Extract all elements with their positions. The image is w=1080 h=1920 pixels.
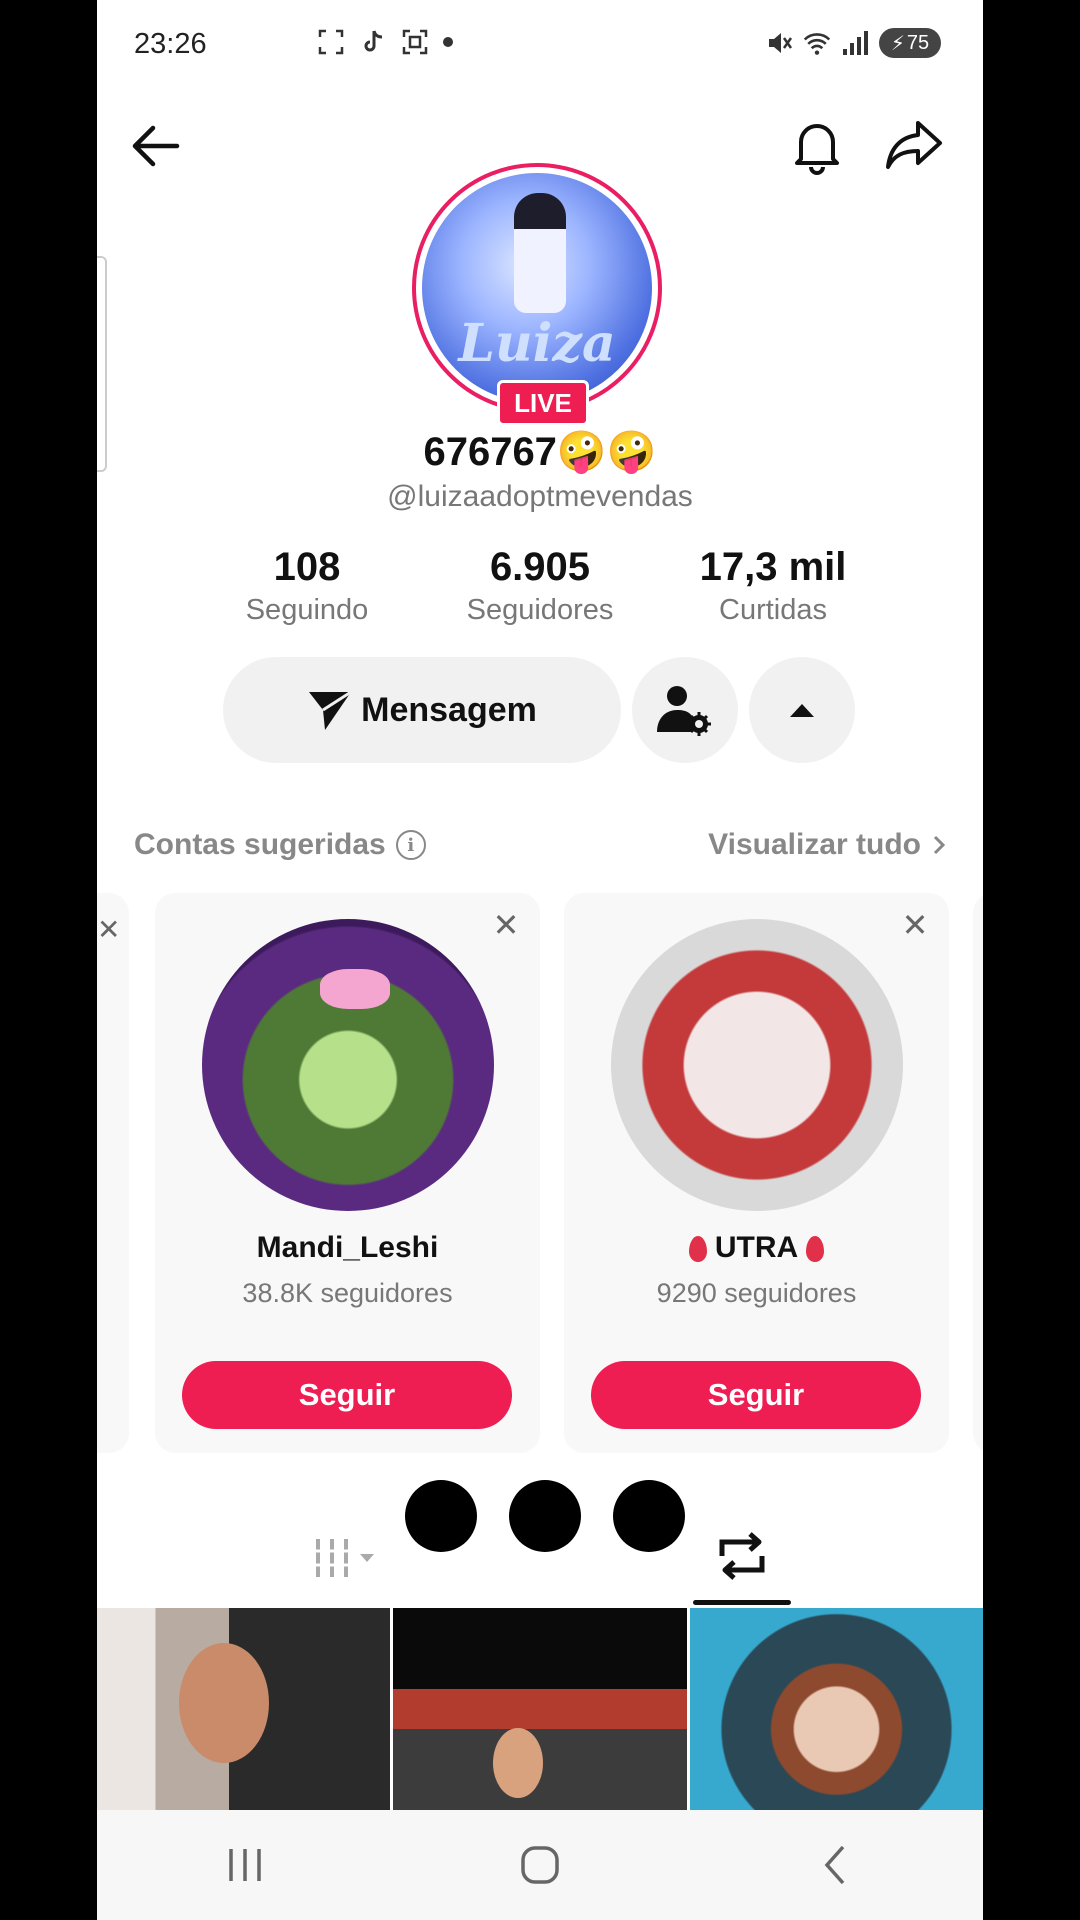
mute-icon [765,29,793,57]
system-navigation-bar [97,1810,983,1920]
scan-icon [401,28,429,56]
user-settings-icon [657,686,711,736]
home-icon [521,1846,559,1884]
wifi-icon [803,29,831,57]
notification-dot-icon [443,37,453,47]
live-badge[interactable]: LIVE [497,380,589,426]
view-all-label: Visualizar tudo [708,828,921,861]
stat-value: 6.905 [489,545,591,589]
overlay-dot [405,1480,477,1552]
overlay-dot [509,1480,581,1552]
notifications-button[interactable] [787,115,847,175]
status-notification-icons [317,28,453,56]
recents-icon [228,1849,261,1881]
thumbnail-face [493,1728,544,1798]
status-time: 23:26 [134,28,207,60]
profile-screen: 23:26 ⚡ 75 Luiza LIVE 676767🤪🤪 @luizaado… [97,0,983,1920]
video-thumbnail[interactable] [689,1608,983,1810]
signal-icon [841,29,869,57]
follow-button[interactable]: Seguir [182,1361,512,1429]
suggested-card-partial[interactable]: ✕ [97,893,129,1453]
username-handle: @luizaadoptmevendas [387,480,693,513]
chevron-right-icon [933,835,945,855]
triangle-up-icon [790,704,814,717]
suggested-followers: 9290 seguidores [656,1278,857,1308]
follow-button[interactable]: Seguir [591,1361,921,1429]
profile-stats: 108 Seguindo 6.905 Seguidores 17,3 mil C… [197,545,883,627]
suggested-card-partial[interactable] [973,893,983,1453]
suggested-avatar[interactable] [611,919,903,1211]
bell-icon [795,124,839,175]
stat-label: Seguidores [466,594,614,626]
stat-likes[interactable]: 17,3 mil Curtidas [663,545,883,627]
tab-reposts[interactable] [712,1530,772,1590]
battery-level: 75 [906,31,930,54]
suggested-accounts-header: Contas sugeridas i [134,828,426,862]
caret-down-icon [360,1554,374,1562]
tiktok-icon [359,28,387,56]
home-button[interactable] [500,1825,580,1905]
bow-shape [320,969,390,1009]
video-grid [97,1608,983,1810]
suggested-followers: 38.8K seguidores [242,1278,453,1308]
close-icon[interactable]: ✕ [899,909,931,941]
blood-drop-icon [806,1236,825,1263]
battery-bolt-icon: ⚡ [890,32,905,55]
share-button[interactable] [882,115,946,175]
message-label: Mensagem [361,690,537,729]
grid-icon [312,1539,352,1577]
status-system-icons: ⚡ 75 [765,28,941,58]
message-button[interactable]: Mensagem [223,657,621,763]
stat-value: 108 [273,545,341,589]
stat-following[interactable]: 108 Seguindo [197,545,417,627]
arrow-left-icon [132,125,180,167]
suggested-title: Contas sugeridas [134,828,386,861]
battery-indicator: ⚡ 75 [879,28,941,58]
send-icon [309,690,352,730]
info-icon[interactable]: i [395,830,426,860]
stat-label: Curtidas [719,594,827,626]
suggested-card[interactable]: ✕ UTRA 9290 seguidores Seguir [564,893,949,1453]
suggested-name-row: UTRA [564,1231,949,1265]
suggested-name: UTRA [714,1231,799,1264]
avatar-figure [514,193,566,313]
tab-videos[interactable] [312,1537,376,1579]
chevron-left-icon [824,1845,845,1885]
overlay-dot [613,1480,685,1552]
back-button[interactable] [127,118,183,174]
recent-apps-button[interactable] [205,1825,285,1905]
avatar-text: Luiza [458,313,616,374]
suggested-avatar[interactable] [202,919,494,1211]
close-icon[interactable]: ✕ [97,913,120,946]
collapse-button[interactable] [749,657,855,763]
friend-settings-button[interactable] [632,657,738,763]
close-icon[interactable]: ✕ [490,909,522,941]
repost-icon [719,1532,765,1580]
stat-label: Seguindo [245,594,369,626]
suggested-card[interactable]: ✕ Mandi_Leshi 38.8K seguidores Seguir [155,893,540,1453]
active-tab-indicator [693,1600,791,1605]
profile-avatar[interactable]: Luiza [412,163,662,413]
stat-followers[interactable]: 6.905 Seguidores [430,545,650,627]
display-name: 676767🤪🤪 [423,430,657,474]
thumbnail-face [179,1643,269,1763]
share-arrow-icon [886,121,942,169]
video-thumbnail[interactable] [393,1608,687,1810]
system-back-button[interactable] [795,1825,875,1905]
suggested-name: Mandi_Leshi [256,1231,439,1264]
blood-drop-icon [688,1236,707,1263]
screenshot-icon [317,28,345,56]
video-thumbnail[interactable] [97,1608,391,1810]
view-all-link[interactable]: Visualizar tudo [708,828,945,862]
stat-value: 17,3 mil [699,545,847,589]
avatar-image: Luiza [422,173,652,403]
